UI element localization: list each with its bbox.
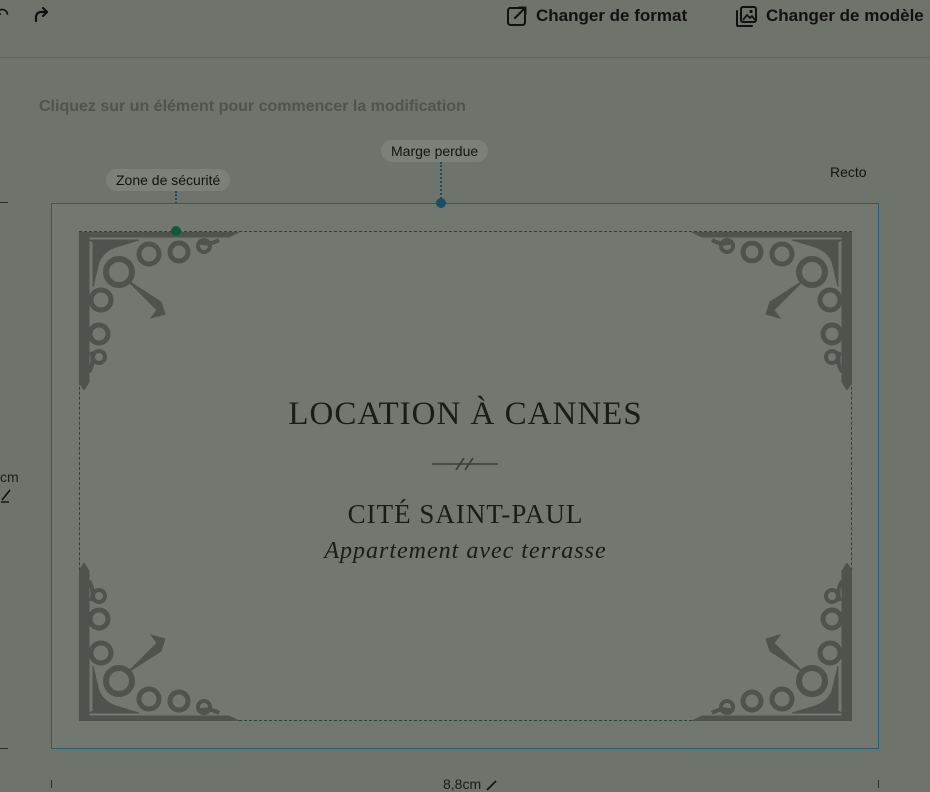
ruler-tick <box>878 780 879 788</box>
width-measure-text: 8,8cm <box>443 776 482 792</box>
editing-hint: Cliquez sur un élément pour commencer la… <box>39 98 466 115</box>
bleed-connector <box>440 162 442 202</box>
height-measure: cm <box>0 469 20 503</box>
change-format-button[interactable]: Changer de format <box>506 3 687 29</box>
bleed-marker <box>436 198 446 208</box>
edit-height-icon[interactable] <box>0 487 20 503</box>
ruler-tick <box>51 780 52 788</box>
ruler-tick <box>0 202 8 203</box>
change-template-label: Changer de modèle <box>766 6 924 25</box>
card-subtitle[interactable]: CITÉ SAINT-PAUL <box>79 499 852 530</box>
redo-icon <box>34 6 49 23</box>
change-template-button[interactable]: Changer de modèle <box>735 3 924 29</box>
card-tagline[interactable]: Appartement avec terrasse <box>79 538 852 565</box>
ruler-tick <box>0 748 8 749</box>
divider-ornament-icon <box>432 457 498 471</box>
edit-width-icon[interactable] <box>485 778 499 792</box>
card-title[interactable]: LOCATION À CANNES <box>79 396 852 433</box>
ornament-top-left-icon <box>79 232 240 390</box>
undo-button[interactable]: ↶ <box>0 5 9 27</box>
safe-zone-label: Zone de sécurité <box>106 169 231 191</box>
redo-button[interactable] <box>29 4 53 28</box>
toolbar: ↶ Changer de format Changer de modèle <box>0 0 930 58</box>
ornament-bottom-left-icon <box>79 563 240 721</box>
height-measure-text: cm <box>0 469 19 485</box>
side-label: Recto <box>830 164 867 180</box>
template-gallery-icon <box>736 5 757 27</box>
bleed-label: Marge perdue <box>381 140 489 162</box>
width-measure: 8,8cm <box>443 776 499 792</box>
ornament-bottom-right-icon <box>691 563 852 721</box>
external-edit-icon <box>507 6 527 26</box>
safe-zone-marker <box>171 226 181 236</box>
ornament-top-right-icon <box>691 232 852 390</box>
change-format-label: Changer de format <box>536 6 688 25</box>
